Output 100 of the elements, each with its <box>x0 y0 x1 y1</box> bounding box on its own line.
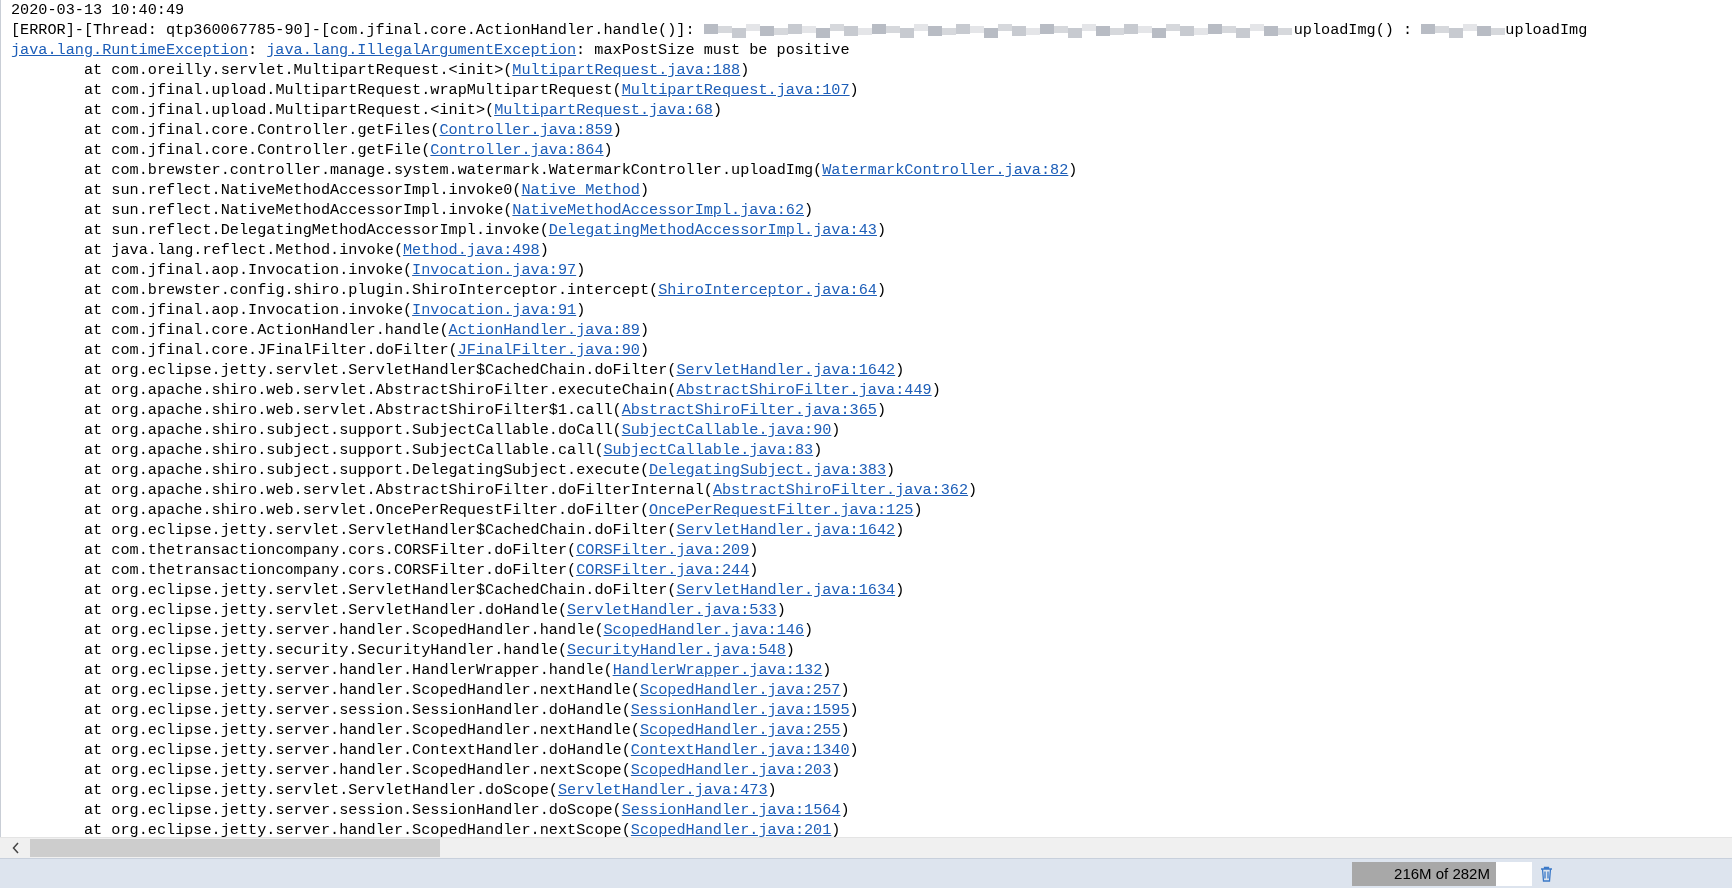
log-text: uploadImg <box>1505 20 1588 40</box>
log-text: ) <box>876 220 887 240</box>
stack-frame-call: at org.eclipse.jetty.server.session.SessionHandler.doScope( <box>84 800 622 820</box>
log-text: uploadImg() : <box>1293 20 1414 40</box>
stack-frame-call: at org.eclipse.jetty.server.session.SessionHandler.doHandle( <box>84 700 631 720</box>
log-text: ) <box>849 740 859 760</box>
source-link[interactable]: JFinalFilter.java:90 <box>457 340 640 360</box>
source-link[interactable]: Native Method <box>521 180 640 200</box>
source-link[interactable]: ScopedHandler.java:255 <box>639 720 841 740</box>
source-link[interactable]: DelegatingMethodAccessorImpl.java:43 <box>548 220 877 240</box>
log-text: ) <box>639 320 650 340</box>
source-link[interactable]: CORSFilter.java:209 <box>576 540 750 560</box>
stack-frame-call: at com.jfinal.aop.Invocation.invoke( <box>84 300 413 320</box>
source-link[interactable]: Controller.java:859 <box>439 120 613 140</box>
log-text: ) <box>931 380 941 400</box>
stack-frame-call: at org.eclipse.jetty.security.SecurityHandler.handle( <box>84 640 568 660</box>
log-text: ) <box>612 120 622 140</box>
source-link[interactable]: ServletHandler.java:533 <box>567 600 777 620</box>
stack-frame-call: at sun.reflect.NativeMethodAccessorImpl.invoke0( <box>84 180 522 200</box>
log-text: ) <box>831 420 841 440</box>
stack-frame-call: at java.lang.reflect.Method.invoke( <box>84 240 403 260</box>
stack-frame-call: at com.brewster.config.shiro.plugin.ShiroInterceptor.intercept( <box>84 280 659 300</box>
stack-frame-call: at org.apache.shiro.web.servlet.AbstractShiroFilter$1.call( <box>84 400 622 420</box>
log-text: ) <box>876 280 887 300</box>
stack-frame-call: at org.apache.shiro.web.servlet.AbstractShiroFilter.doFilterInternal( <box>84 480 713 500</box>
source-link[interactable]: ShiroInterceptor.java:64 <box>658 280 877 300</box>
stack-frame-call: at org.eclipse.jetty.server.handler.ScopedHandler.nextScope( <box>84 760 631 780</box>
source-link[interactable]: ServletHandler.java:473 <box>557 780 768 800</box>
scroll-left-icon[interactable] <box>12 842 20 854</box>
log-text: ) <box>749 540 759 560</box>
horizontal-scrollbar[interactable] <box>0 837 1732 858</box>
stack-frame-call: at org.apache.shiro.subject.support.DelegatingSubject.execute( <box>84 460 650 480</box>
stack-frame-call: at org.apache.shiro.subject.support.SubjectCallable.doCall( <box>84 420 622 440</box>
exception-link[interactable]: java.lang.RuntimeException <box>11 40 248 60</box>
source-link[interactable]: Method.java:498 <box>403 240 540 260</box>
source-link[interactable]: AbstractShiroFilter.java:365 <box>621 400 877 420</box>
source-link[interactable]: SessionHandler.java:1564 <box>621 800 841 820</box>
log-text: ) <box>840 720 850 740</box>
memory-reading: 216M of 282M <box>1394 865 1490 882</box>
source-link[interactable]: AbstractShiroFilter.java:449 <box>676 380 932 400</box>
source-link[interactable]: SessionHandler.java:1595 <box>630 700 850 720</box>
stack-frame-call: at com.jfinal.core.Controller.getFile( <box>84 140 431 160</box>
exception-message: : maxPostSize must be positive <box>576 40 850 60</box>
source-link[interactable]: Invocation.java:91 <box>412 300 577 320</box>
log-text: ) <box>822 660 832 680</box>
stack-frame-call: at org.eclipse.jetty.servlet.ServletHandler.doHandle( <box>84 600 568 620</box>
source-link[interactable]: ScopedHandler.java:203 <box>630 760 832 780</box>
log-text: ) <box>740 60 750 80</box>
source-link[interactable]: DelegatingSubject.java:383 <box>649 460 887 480</box>
scrollbar-thumb[interactable] <box>30 839 440 857</box>
source-link[interactable]: OncePerRequestFilter.java:125 <box>649 500 914 520</box>
log-text: ) <box>968 480 978 500</box>
log-text: ) <box>767 780 777 800</box>
source-link[interactable]: ScopedHandler.java:201 <box>630 820 832 837</box>
source-link[interactable]: MultipartRequest.java:107 <box>621 80 850 100</box>
source-link[interactable]: WatermarkController.java:82 <box>822 160 1069 180</box>
source-link[interactable]: MultipartRequest.java:68 <box>494 100 713 120</box>
source-link[interactable]: SubjectCallable.java:90 <box>621 420 832 440</box>
stack-frame-call: at com.oreilly.servlet.MultipartRequest.<init>( <box>84 60 513 80</box>
log-text: : <box>247 40 259 60</box>
stack-frame-call: at org.apache.shiro.web.servlet.OncePerRequestFilter.doFilter( <box>84 500 650 520</box>
log-text: ) <box>749 560 759 580</box>
stack-frame-call: at com.jfinal.core.ActionHandler.handle( <box>84 320 449 340</box>
source-link[interactable]: NativeMethodAccessorImpl.java:62 <box>512 200 804 220</box>
log-text: ) <box>639 180 650 200</box>
source-link[interactable]: ScopedHandler.java:257 <box>639 680 841 700</box>
stack-frame-call: at com.jfinal.aop.Invocation.invoke( <box>84 260 413 280</box>
log-text: ) <box>813 440 823 460</box>
log-text: ) <box>895 360 905 380</box>
stack-frame-call: at org.eclipse.jetty.server.handler.ScopedHandler.nextHandle( <box>84 720 640 740</box>
source-link[interactable]: ServletHandler.java:1634 <box>676 580 896 600</box>
stack-frame-call: at org.eclipse.jetty.servlet.ServletHandler$CachedChain.doFilter( <box>84 360 677 380</box>
source-link[interactable]: AbstractShiroFilter.java:362 <box>712 480 969 500</box>
log-text: ) <box>831 760 841 780</box>
source-link[interactable]: ServletHandler.java:1642 <box>676 520 896 540</box>
source-link[interactable]: CORSFilter.java:244 <box>576 560 750 580</box>
source-link[interactable]: MultipartRequest.java:188 <box>512 60 741 80</box>
source-link[interactable]: SubjectCallable.java:83 <box>603 440 814 460</box>
log-text: ) <box>539 240 549 260</box>
source-link[interactable]: ScopedHandler.java:146 <box>603 620 804 640</box>
log-text: ) <box>576 300 586 320</box>
log-text: ) <box>639 340 650 360</box>
source-link[interactable]: ActionHandler.java:89 <box>448 320 640 340</box>
exception-link[interactable]: java.lang.IllegalArgumentException <box>266 40 577 60</box>
source-link[interactable]: ContextHandler.java:1340 <box>630 740 850 760</box>
trash-icon[interactable] <box>1540 865 1553 882</box>
source-link[interactable]: Controller.java:864 <box>430 140 604 160</box>
stack-frame-call: at org.eclipse.jetty.servlet.ServletHandler$CachedChain.doFilter( <box>84 520 677 540</box>
source-link[interactable]: Invocation.java:97 <box>412 260 577 280</box>
stack-frame-call: at org.eclipse.jetty.server.handler.ContextHandler.doHandle( <box>84 740 631 760</box>
source-link[interactable]: SecurityHandler.java:548 <box>567 640 786 660</box>
log-text: ) <box>840 800 850 820</box>
log-text: ) <box>776 600 786 620</box>
log-text: ) <box>849 80 859 100</box>
log-text: ) <box>876 400 887 420</box>
log-text: ) <box>831 820 841 837</box>
source-link[interactable]: ServletHandler.java:1642 <box>676 360 896 380</box>
source-link[interactable]: HandlerWrapper.java:132 <box>612 660 823 680</box>
log-text: ) <box>840 680 850 700</box>
log-text: ) <box>913 500 923 520</box>
